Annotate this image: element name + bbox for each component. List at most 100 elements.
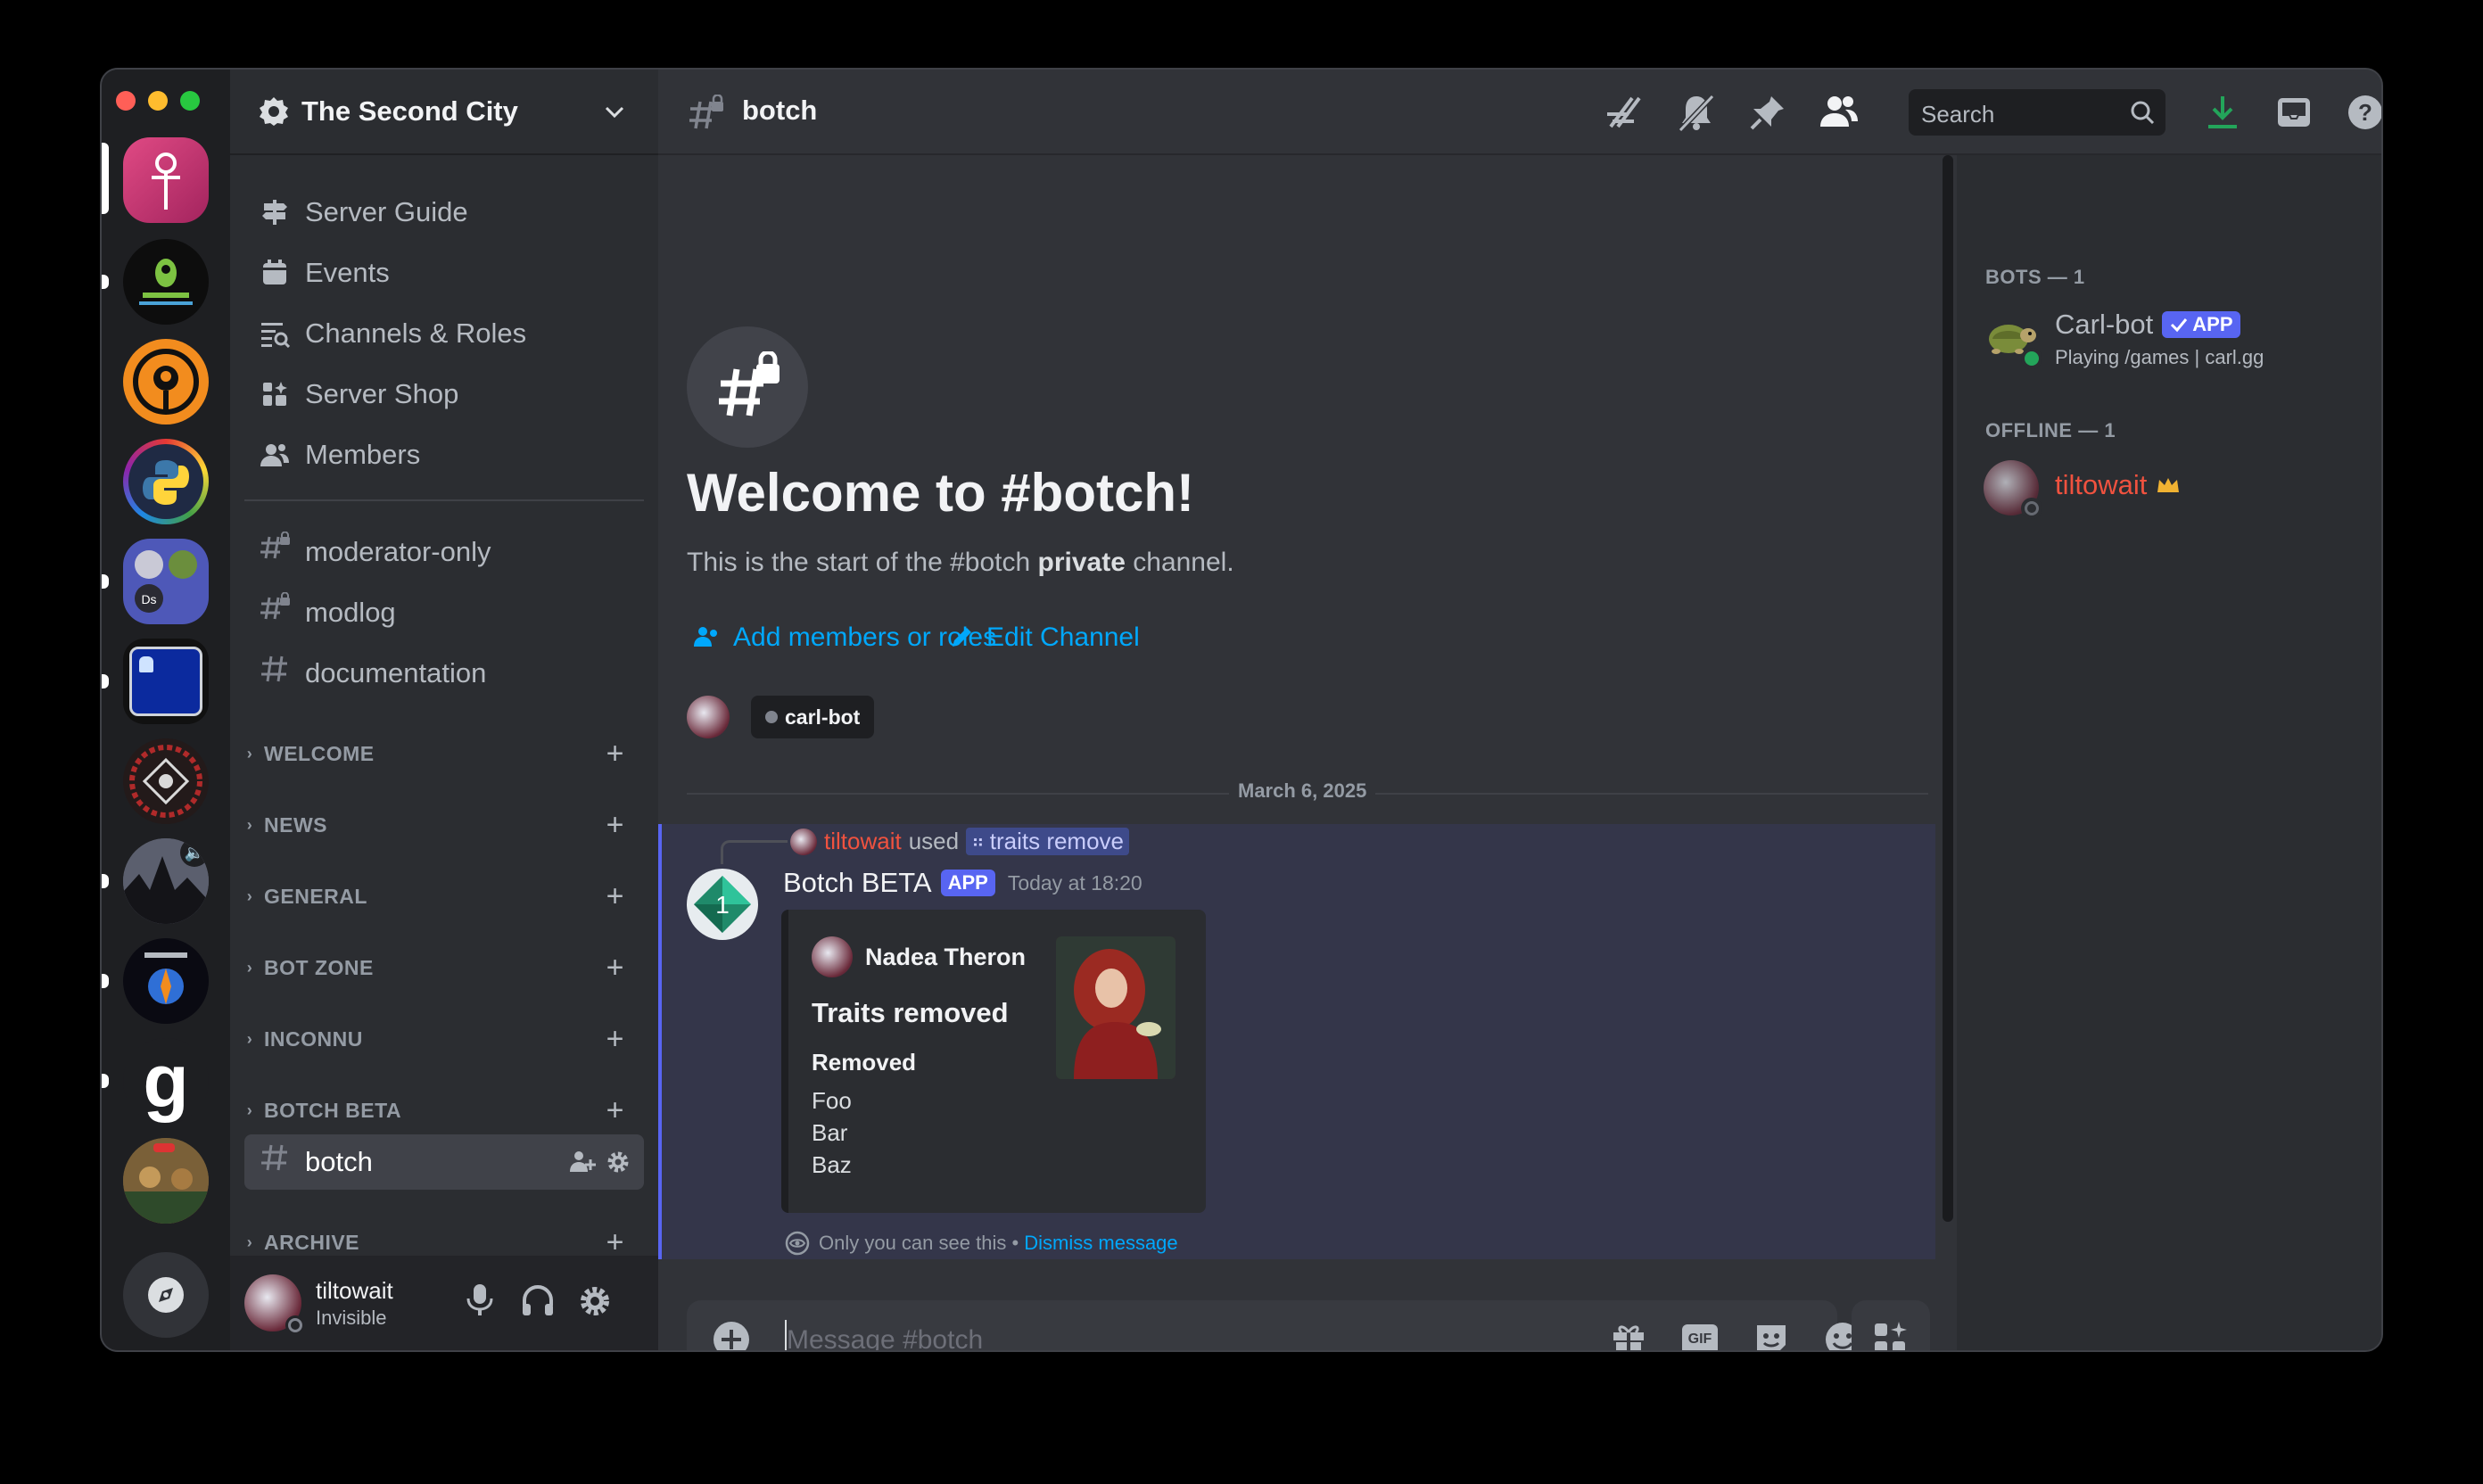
svg-text:Ds: Ds: [141, 592, 156, 606]
compass-icon: [148, 1277, 184, 1313]
sticker-icon[interactable]: [1750, 1318, 1793, 1350]
svg-text:?: ?: [2358, 99, 2372, 126]
embed-field-name: Removed: [812, 1049, 917, 1076]
chevron-right-icon: ›: [246, 815, 253, 834]
create-channel-button[interactable]: +: [606, 879, 624, 914]
edit-channel-button[interactable]: Edit Channel: [949, 622, 1140, 653]
notifications-muted-icon[interactable]: [1675, 91, 1718, 134]
member-name: Carl-bot: [2055, 309, 2154, 340]
window-close-button[interactable]: [116, 91, 136, 111]
member-activity: Playing /games | carl.gg: [2055, 346, 2264, 368]
server-header[interactable]: The Second City: [230, 70, 658, 155]
app-window: Ds 🔊 g The Second City Server Guide Even…: [100, 68, 2383, 1352]
chevron-right-icon: ›: [246, 1233, 253, 1251]
category-news[interactable]: › NEWS +: [241, 803, 637, 847]
channel-moderator-only[interactable]: moderator-only: [244, 524, 644, 580]
member-item[interactable]: Carl-bot APP Playing /games | carl.gg: [1984, 307, 2358, 369]
server-icon-terminal[interactable]: [123, 639, 209, 724]
create-channel-button[interactable]: +: [606, 1093, 624, 1128]
verified-check-icon: [2171, 318, 2188, 333]
channel-welcome-icon: [687, 326, 808, 448]
create-channel-button[interactable]: +: [606, 1022, 624, 1057]
server-icon-eye[interactable]: [123, 339, 209, 425]
status-online-dot: [2021, 348, 2042, 369]
headphones-icon[interactable]: [521, 1284, 555, 1323]
avatar[interactable]: [244, 1274, 305, 1335]
nav-server-guide[interactable]: Server Guide: [259, 186, 468, 239]
locked-channel-icon: [719, 351, 780, 416]
gif-icon[interactable]: GIF: [1679, 1318, 1721, 1350]
server-rail: Ds 🔊 g: [102, 70, 230, 1350]
server-icon-stardom[interactable]: [123, 938, 209, 1024]
upload-plus-button[interactable]: [710, 1318, 753, 1350]
category-botch-beta[interactable]: › BOTCH BETA +: [241, 1088, 637, 1133]
status-invisible-dot: [285, 1315, 305, 1335]
message-author[interactable]: Botch BETA: [783, 867, 932, 899]
invite-members-icon[interactable]: [569, 1149, 596, 1183]
member-group-header: OFFLINE — 1: [1985, 419, 2116, 441]
eye-icon: [785, 1231, 810, 1256]
user-status: Invisible: [316, 1306, 387, 1329]
slash-command-tag[interactable]: ⠶ traits remove: [966, 828, 1130, 855]
nav-channels-roles[interactable]: Channels & Roles: [259, 307, 526, 360]
server-folder[interactable]: Ds: [123, 539, 209, 624]
inbox-icon[interactable]: [2273, 91, 2315, 134]
scrollbar[interactable]: [1943, 155, 1953, 1222]
server-icon-g[interactable]: g: [123, 1038, 209, 1124]
message-input[interactable]: Message #botch: [783, 1318, 1497, 1350]
discover-button[interactable]: [123, 1252, 209, 1338]
channel-botch[interactable]: botch: [244, 1134, 644, 1190]
status-offline-dot: [2021, 498, 2042, 519]
avatar[interactable]: 1: [687, 869, 758, 940]
embed-thumbnail[interactable]: [1056, 936, 1176, 1079]
create-channel-button[interactable]: +: [606, 951, 624, 985]
avatar: [1984, 310, 2042, 369]
welcome-subtitle: This is the start of the #botch private …: [687, 548, 1234, 577]
nav-server-shop[interactable]: Server Shop: [259, 367, 458, 421]
help-icon[interactable]: ?: [2344, 91, 2381, 134]
message-header: Botch BETA APP Today at 18:20: [783, 867, 1143, 899]
chat-area: Welcome to #botch! This is the start of …: [658, 155, 1957, 1350]
nav-members[interactable]: Members: [259, 428, 420, 482]
server-icon-castle[interactable]: 🔊: [123, 838, 209, 924]
app-badge: APP: [2162, 311, 2240, 338]
member-tag[interactable]: carl-bot: [751, 696, 875, 738]
microphone-icon[interactable]: [464, 1282, 496, 1323]
server-icon-green-room[interactable]: [123, 239, 209, 325]
gift-icon[interactable]: [1607, 1318, 1650, 1350]
server-icon-mandala[interactable]: [123, 738, 209, 824]
unread-indicator: [102, 874, 109, 888]
category-bot-zone[interactable]: › BOT ZONE +: [241, 945, 637, 990]
window-zoom-button[interactable]: [180, 91, 200, 111]
nav-events[interactable]: Events: [259, 246, 390, 300]
unread-indicator: [102, 974, 109, 988]
server-icon-dogs[interactable]: [123, 1138, 209, 1224]
dismiss-message-link[interactable]: Dismiss message: [1024, 1232, 1177, 1255]
user-settings-gear-icon[interactable]: [578, 1284, 612, 1323]
member-item[interactable]: tiltowait: [1984, 457, 2358, 519]
app-launcher-button[interactable]: [1852, 1300, 1930, 1350]
search-box[interactable]: Search: [1909, 89, 2165, 136]
channel-settings-gear-icon[interactable]: [605, 1149, 631, 1183]
member-list-icon[interactable]: [1818, 91, 1860, 134]
threads-icon[interactable]: [1604, 91, 1646, 134]
category-inconnu[interactable]: › INCONNU +: [241, 1017, 637, 1061]
server-icon-ankh[interactable]: [123, 137, 209, 223]
create-channel-button[interactable]: +: [606, 737, 624, 771]
status-offline-dot: [765, 711, 778, 723]
server-icon-python[interactable]: [123, 439, 209, 524]
pencil-icon: [953, 628, 971, 647]
pinned-messages-icon[interactable]: [1746, 91, 1789, 134]
download-icon[interactable]: [2201, 91, 2244, 134]
channel-documentation[interactable]: documentation: [244, 646, 644, 701]
create-channel-button[interactable]: +: [606, 1225, 624, 1260]
embed-title: Traits removed: [812, 997, 1009, 1028]
category-welcome[interactable]: › WELCOME +: [241, 731, 637, 776]
category-general[interactable]: › GENERAL +: [241, 874, 637, 919]
create-channel-button[interactable]: +: [606, 808, 624, 843]
channel-sidebar: The Second City Server Guide Events Chan…: [230, 70, 658, 1350]
avatar: [687, 696, 730, 738]
message-composer: Message #botch GIF: [687, 1300, 1860, 1350]
window-minimize-button[interactable]: [148, 91, 168, 111]
channel-modlog[interactable]: modlog: [244, 585, 644, 640]
